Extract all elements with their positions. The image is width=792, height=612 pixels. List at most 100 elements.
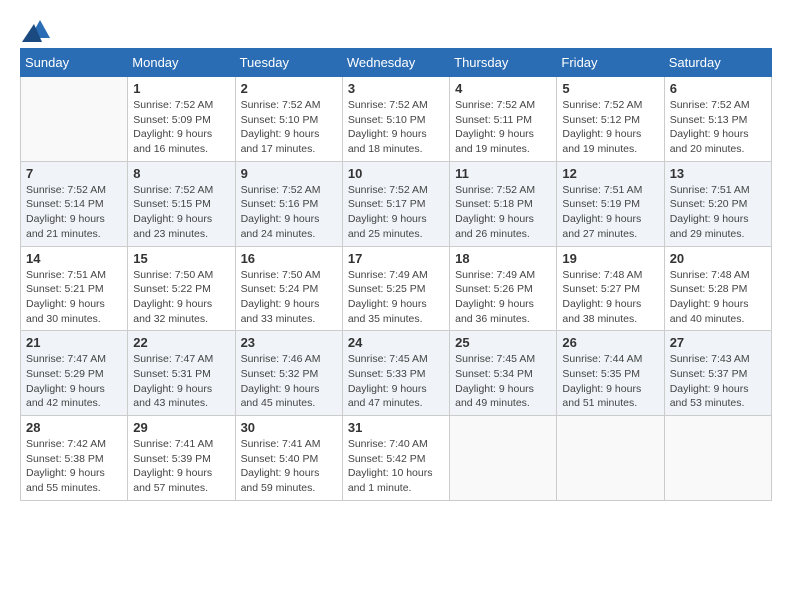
day-number: 30 — [241, 420, 337, 435]
day-number: 26 — [562, 335, 658, 350]
calendar-cell: 27 Sunrise: 7:43 AMSunset: 5:37 PMDayligh… — [664, 331, 771, 416]
calendar-cell: 15 Sunrise: 7:50 AMSunset: 5:22 PMDayligh… — [128, 246, 235, 331]
calendar-week-row: 7 Sunrise: 7:52 AMSunset: 5:14 PMDaylight… — [21, 161, 772, 246]
day-number: 20 — [670, 251, 766, 266]
calendar-cell: 29Sunrise: 7:41 AMSunset: 5:39 PMDayligh… — [128, 416, 235, 501]
calendar-cell: 26 Sunrise: 7:44 AMSunset: 5:35 PMDayligh… — [557, 331, 664, 416]
weekday-header-monday: Monday — [128, 49, 235, 77]
day-info: Sunrise: 7:41 AMSunset: 5:40 PMDaylight:… — [241, 437, 337, 496]
calendar-week-row: 14 Sunrise: 7:51 AMSunset: 5:21 PMDayligh… — [21, 246, 772, 331]
day-info: Sunrise: 7:49 AMSunset: 5:25 PMDaylight:… — [348, 268, 444, 327]
day-number: 15 — [133, 251, 229, 266]
day-number: 6 — [670, 81, 766, 96]
calendar-week-row: 28 Sunrise: 7:42 AMSunset: 5:38 PMDayligh… — [21, 416, 772, 501]
day-number: 18 — [455, 251, 551, 266]
day-number: 4 — [455, 81, 551, 96]
day-info: Sunrise: 7:45 AMSunset: 5:33 PMDaylight:… — [348, 352, 444, 411]
day-number: 2 — [241, 81, 337, 96]
calendar-cell: 8 Sunrise: 7:52 AMSunset: 5:15 PMDaylight… — [128, 161, 235, 246]
day-number: 9 — [241, 166, 337, 181]
weekday-header-friday: Friday — [557, 49, 664, 77]
day-info: Sunrise: 7:52 AMSunset: 5:16 PMDaylight:… — [241, 183, 337, 242]
day-info: Sunrise: 7:48 AMSunset: 5:27 PMDaylight:… — [562, 268, 658, 327]
day-info: Sunrise: 7:43 AMSunset: 5:37 PMDaylight:… — [670, 352, 766, 411]
day-number: 24 — [348, 335, 444, 350]
day-info: Sunrise: 7:49 AMSunset: 5:26 PMDaylight:… — [455, 268, 551, 327]
calendar-cell: 9 Sunrise: 7:52 AMSunset: 5:16 PMDaylight… — [235, 161, 342, 246]
calendar-cell: 19 Sunrise: 7:48 AMSunset: 5:27 PMDayligh… — [557, 246, 664, 331]
day-number: 28 — [26, 420, 122, 435]
calendar-cell: 2 Sunrise: 7:52 AMSunset: 5:10 PMDaylight… — [235, 77, 342, 162]
day-number: 23 — [241, 335, 337, 350]
day-number: 7 — [26, 166, 122, 181]
calendar-week-row: 1Sunrise: 7:52 AMSunset: 5:09 PMDaylight… — [21, 77, 772, 162]
day-number: 11 — [455, 166, 551, 181]
calendar-week-row: 21Sunrise: 7:47 AMSunset: 5:29 PMDayligh… — [21, 331, 772, 416]
day-number: 8 — [133, 166, 229, 181]
calendar-cell — [664, 416, 771, 501]
day-info: Sunrise: 7:51 AMSunset: 5:19 PMDaylight:… — [562, 183, 658, 242]
day-number: 16 — [241, 251, 337, 266]
day-number: 31 — [348, 420, 444, 435]
calendar-cell: 30 Sunrise: 7:41 AMSunset: 5:40 PMDayligh… — [235, 416, 342, 501]
weekday-header-tuesday: Tuesday — [235, 49, 342, 77]
calendar-cell: 28 Sunrise: 7:42 AMSunset: 5:38 PMDayligh… — [21, 416, 128, 501]
calendar-cell: 20 Sunrise: 7:48 AMSunset: 5:28 PMDayligh… — [664, 246, 771, 331]
day-info: Sunrise: 7:42 AMSunset: 5:38 PMDaylight:… — [26, 437, 122, 496]
day-number: 14 — [26, 251, 122, 266]
day-number: 29 — [133, 420, 229, 435]
day-number: 22 — [133, 335, 229, 350]
day-info: Sunrise: 7:50 AMSunset: 5:24 PMDaylight:… — [241, 268, 337, 327]
day-info: Sunrise: 7:52 AMSunset: 5:12 PMDaylight:… — [562, 98, 658, 157]
day-info: Sunrise: 7:50 AMSunset: 5:22 PMDaylight:… — [133, 268, 229, 327]
day-info: Sunrise: 7:47 AMSunset: 5:31 PMDaylight:… — [133, 352, 229, 411]
day-info: Sunrise: 7:52 AMSunset: 5:14 PMDaylight:… — [26, 183, 122, 242]
calendar-cell: 5 Sunrise: 7:52 AMSunset: 5:12 PMDaylight… — [557, 77, 664, 162]
day-info: Sunrise: 7:51 AMSunset: 5:20 PMDaylight:… — [670, 183, 766, 242]
calendar-cell: 12 Sunrise: 7:51 AMSunset: 5:19 PMDayligh… — [557, 161, 664, 246]
day-info: Sunrise: 7:45 AMSunset: 5:34 PMDaylight:… — [455, 352, 551, 411]
day-info: Sunrise: 7:44 AMSunset: 5:35 PMDaylight:… — [562, 352, 658, 411]
calendar-cell: 4 Sunrise: 7:52 AMSunset: 5:11 PMDaylight… — [450, 77, 557, 162]
day-info: Sunrise: 7:46 AMSunset: 5:32 PMDaylight:… — [241, 352, 337, 411]
calendar-cell: 13 Sunrise: 7:51 AMSunset: 5:20 PMDayligh… — [664, 161, 771, 246]
calendar-cell — [557, 416, 664, 501]
day-number: 12 — [562, 166, 658, 181]
calendar-cell: 7 Sunrise: 7:52 AMSunset: 5:14 PMDaylight… — [21, 161, 128, 246]
calendar-cell — [21, 77, 128, 162]
calendar-cell: 24 Sunrise: 7:45 AMSunset: 5:33 PMDayligh… — [342, 331, 449, 416]
day-number: 13 — [670, 166, 766, 181]
weekday-header-wednesday: Wednesday — [342, 49, 449, 77]
calendar-cell: 22 Sunrise: 7:47 AMSunset: 5:31 PMDayligh… — [128, 331, 235, 416]
day-number: 17 — [348, 251, 444, 266]
day-number: 5 — [562, 81, 658, 96]
day-info: Sunrise: 7:48 AMSunset: 5:28 PMDaylight:… — [670, 268, 766, 327]
calendar-cell: 14 Sunrise: 7:51 AMSunset: 5:21 PMDayligh… — [21, 246, 128, 331]
day-info: Sunrise: 7:52 AMSunset: 5:09 PMDaylight:… — [133, 98, 229, 157]
logo-icon — [22, 20, 50, 42]
day-info: Sunrise: 7:52 AMSunset: 5:10 PMDaylight:… — [241, 98, 337, 157]
day-info: Sunrise: 7:51 AMSunset: 5:21 PMDaylight:… — [26, 268, 122, 327]
weekday-header-sunday: Sunday — [21, 49, 128, 77]
day-info: Sunrise: 7:52 AMSunset: 5:13 PMDaylight:… — [670, 98, 766, 157]
calendar-cell: 25Sunrise: 7:45 AMSunset: 5:34 PMDayligh… — [450, 331, 557, 416]
day-info: Sunrise: 7:52 AMSunset: 5:15 PMDaylight:… — [133, 183, 229, 242]
day-info: Sunrise: 7:47 AMSunset: 5:29 PMDaylight:… — [26, 352, 122, 411]
day-number: 19 — [562, 251, 658, 266]
day-info: Sunrise: 7:52 AMSunset: 5:11 PMDaylight:… — [455, 98, 551, 157]
day-info: Sunrise: 7:52 AMSunset: 5:17 PMDaylight:… — [348, 183, 444, 242]
calendar-cell: 23 Sunrise: 7:46 AMSunset: 5:32 PMDayligh… — [235, 331, 342, 416]
day-number: 3 — [348, 81, 444, 96]
day-number: 10 — [348, 166, 444, 181]
weekday-header-thursday: Thursday — [450, 49, 557, 77]
day-number: 27 — [670, 335, 766, 350]
day-info: Sunrise: 7:52 AMSunset: 5:18 PMDaylight:… — [455, 183, 551, 242]
calendar-cell — [450, 416, 557, 501]
calendar-cell: 16 Sunrise: 7:50 AMSunset: 5:24 PMDayligh… — [235, 246, 342, 331]
logo — [20, 20, 50, 38]
calendar-header-row: SundayMondayTuesdayWednesdayThursdayFrid… — [21, 49, 772, 77]
calendar-cell: 10 Sunrise: 7:52 AMSunset: 5:17 PMDayligh… — [342, 161, 449, 246]
calendar-table: SundayMondayTuesdayWednesdayThursdayFrid… — [20, 48, 772, 501]
calendar-cell: 3Sunrise: 7:52 AMSunset: 5:10 PMDaylight… — [342, 77, 449, 162]
calendar-cell: 18 Sunrise: 7:49 AMSunset: 5:26 PMDayligh… — [450, 246, 557, 331]
